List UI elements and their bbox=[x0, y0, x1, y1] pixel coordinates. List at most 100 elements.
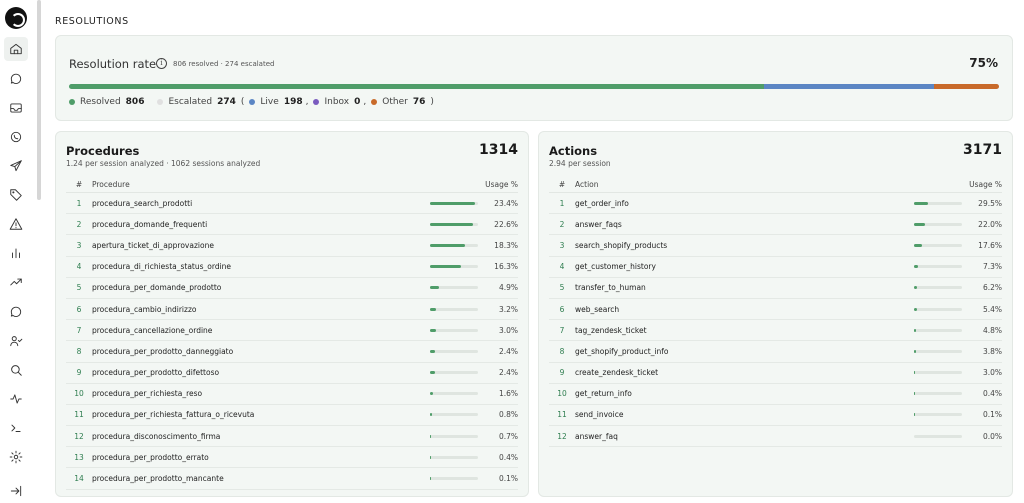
row-number: 8 bbox=[76, 346, 82, 356]
usage-bar-fill bbox=[430, 243, 466, 247]
table-row[interactable]: 14 procedura_per_prodotto_mancante 0.1% bbox=[66, 468, 518, 490]
sidebar-item-send[interactable] bbox=[4, 154, 28, 178]
table-row[interactable]: 5 procedura_per_domande_prodotto 4.9% bbox=[66, 278, 518, 299]
table-row[interactable]: 3 apertura_ticket_di_approvazione 18.3% bbox=[66, 235, 518, 257]
row-name: procedura_per_richiesta_reso bbox=[92, 389, 203, 399]
logo-icon[interactable] bbox=[5, 7, 27, 29]
procedures-table: # Procedure Usage % 1 procedura_search_pr… bbox=[66, 176, 518, 490]
row-name: search_shopify_products bbox=[575, 240, 668, 250]
table-row[interactable]: 11 procedura_per_richiesta_fattura_o_rice… bbox=[66, 405, 518, 427]
table-row[interactable]: 8 get_shopify_product_info 3.8% bbox=[549, 341, 1002, 363]
table-row[interactable]: 1 get_order_info 29.5% bbox=[549, 193, 1002, 215]
row-name: procedura_per_richiesta_fattura_o_ricevu… bbox=[92, 410, 255, 420]
table-row[interactable]: 1 procedura_search_prodotti 23.4% bbox=[66, 193, 518, 215]
sidebar-item-users[interactable] bbox=[4, 329, 28, 353]
table-row[interactable]: 10 procedura_per_richiesta_reso 1.6% bbox=[66, 384, 518, 405]
table-row[interactable]: 3 search_shopify_products 17.6% bbox=[549, 235, 1002, 257]
row-name: procedura_per_domande_prodotto bbox=[92, 283, 222, 293]
info-icon[interactable]: i bbox=[156, 58, 167, 69]
usage-percent: 22.6% bbox=[494, 219, 518, 229]
table-row[interactable]: 5 transfer_to_human 6.2% bbox=[549, 278, 1002, 299]
usage-bar bbox=[430, 434, 478, 438]
usage-bar bbox=[430, 477, 478, 481]
table-row[interactable]: 11 send_invoice 0.1% bbox=[549, 405, 1002, 427]
table-row[interactable]: 2 procedura_domande_frequenti 22.6% bbox=[66, 214, 518, 236]
resolution-rate-label: Resolution rate bbox=[69, 57, 157, 71]
sidebar-item-comment[interactable] bbox=[4, 300, 28, 324]
row-number: 4 bbox=[559, 262, 565, 272]
table-row[interactable]: 4 get_customer_history 7.3% bbox=[549, 257, 1002, 278]
table-row[interactable]: 12 answer_faq 0.0% bbox=[549, 426, 1002, 448]
usage-percent: 0.0% bbox=[982, 431, 1002, 441]
table-row[interactable]: 9 procedura_per_prodotto_difettoso 2.4% bbox=[66, 363, 518, 384]
sidebar-item-activity[interactable] bbox=[4, 387, 28, 411]
table-row[interactable]: 6 web_search 5.4% bbox=[549, 299, 1002, 321]
sidebar-scrollbar[interactable] bbox=[37, 0, 41, 200]
table-row[interactable]: 2 answer_faqs 22.0% bbox=[549, 214, 1002, 236]
sidebar-item-home[interactable] bbox=[4, 37, 28, 61]
usage-bar-fill bbox=[914, 328, 917, 332]
table-row[interactable]: 7 procedura_cancellazione_ordine 3.0% bbox=[66, 320, 518, 342]
row-name: get_order_info bbox=[575, 198, 629, 208]
row-name: procedura_di_richiesta_status_ordine bbox=[92, 262, 232, 272]
row-number: 13 bbox=[74, 452, 84, 462]
usage-bar bbox=[430, 201, 478, 205]
usage-bar bbox=[914, 349, 962, 353]
sidebar-item-logout[interactable] bbox=[4, 479, 28, 503]
legend-escalated: Escalated 274 bbox=[157, 97, 236, 107]
usage-percent: 4.8% bbox=[982, 325, 1002, 335]
sidebar-item-gear[interactable] bbox=[4, 445, 28, 469]
whatsapp-icon bbox=[10, 131, 22, 143]
usage-bar bbox=[430, 286, 478, 290]
live-dot-icon bbox=[249, 99, 256, 105]
actions-total: 3171 bbox=[963, 142, 1002, 158]
usage-bar bbox=[430, 243, 478, 247]
usage-bar-fill bbox=[430, 371, 435, 375]
logout-icon bbox=[10, 485, 22, 497]
sidebar-item-search[interactable] bbox=[4, 358, 28, 382]
actions-table: # Action Usage % 1 get_order_info 29.5% 2 an… bbox=[549, 176, 1002, 448]
usage-bar bbox=[430, 371, 478, 375]
usage-bar-fill bbox=[914, 243, 923, 247]
table-row[interactable]: 9 create_zendesk_ticket 3.0% bbox=[549, 363, 1002, 384]
row-number: 11 bbox=[74, 410, 84, 420]
actions-subtitle: 2.94 per session bbox=[549, 159, 611, 168]
sidebar-item-terminal[interactable] bbox=[4, 416, 28, 440]
table-row[interactable]: 7 tag_zendesk_ticket 4.8% bbox=[549, 320, 1002, 342]
row-name: web_search bbox=[575, 304, 620, 314]
col-usage-header[interactable]: Usage % bbox=[914, 180, 1002, 189]
usage-bar bbox=[914, 328, 962, 332]
usage-bar-fill bbox=[914, 413, 916, 417]
sidebar-item-chat[interactable] bbox=[4, 67, 28, 91]
table-row[interactable]: 12 procedura_disconoscimento_firma 0.7% bbox=[66, 426, 518, 448]
sidebar-item-tag[interactable] bbox=[4, 183, 28, 207]
inbox-icon bbox=[10, 103, 22, 113]
col-usage-header[interactable]: Usage % bbox=[430, 180, 518, 189]
sidebar-item-whatsapp[interactable] bbox=[4, 125, 28, 149]
col-action-header[interactable]: Action bbox=[575, 180, 914, 189]
table-row[interactable]: 4 procedura_di_richiesta_status_ordine 16.… bbox=[66, 257, 518, 278]
legend-other: Other 76 bbox=[371, 97, 425, 107]
usage-bar-fill bbox=[914, 286, 917, 290]
usage-bar-fill bbox=[430, 222, 474, 226]
usage-bar bbox=[430, 455, 478, 459]
col-procedure-header[interactable]: Procedure bbox=[92, 180, 430, 189]
activity-icon bbox=[10, 394, 22, 404]
legend-separator: , bbox=[363, 97, 367, 107]
escalated-dot-icon bbox=[157, 99, 164, 105]
row-name: answer_faqs bbox=[575, 219, 622, 229]
sidebar-item-warning[interactable] bbox=[4, 212, 28, 236]
row-number: 4 bbox=[76, 262, 82, 272]
send-icon bbox=[10, 160, 22, 172]
table-row[interactable]: 6 procedura_cambio_indirizzo 3.2% bbox=[66, 299, 518, 321]
table-row[interactable]: 13 procedura_per_prodotto_errato 0.4% bbox=[66, 447, 518, 469]
sidebar-item-trend[interactable] bbox=[4, 270, 28, 294]
usage-percent: 0.7% bbox=[498, 431, 518, 441]
sidebar-item-inbox[interactable] bbox=[4, 96, 28, 120]
usage-percent: 22.0% bbox=[978, 219, 1002, 229]
sidebar-item-bar-chart[interactable] bbox=[4, 241, 28, 265]
other-dot-icon bbox=[371, 99, 378, 105]
table-row[interactable]: 8 procedura_per_prodotto_danneggiato 2.4% bbox=[66, 341, 518, 363]
row-number: 2 bbox=[76, 219, 82, 229]
table-row[interactable]: 10 get_return_info 0.4% bbox=[549, 384, 1002, 405]
